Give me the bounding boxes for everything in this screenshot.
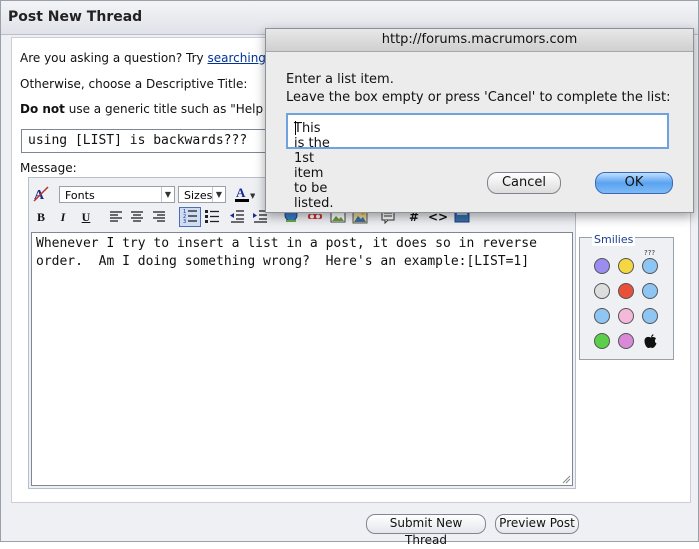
align-center-icon[interactable] (128, 208, 146, 226)
thread-title-input[interactable]: using [LIST] is backwards??? (21, 129, 269, 153)
biggrin-smiley-icon[interactable] (618, 333, 634, 349)
tongue-smiley-icon[interactable] (618, 308, 634, 324)
fonts-select[interactable]: Fonts ▼ (59, 186, 175, 203)
text-color-icon[interactable]: A ▼ (233, 185, 256, 203)
do-not-label: Do not (20, 102, 65, 116)
preview-post-button[interactable]: Preview Post (495, 514, 579, 534)
sizes-select-label: Sizes (184, 189, 213, 202)
dialog-message-line2: Leave the box empty or press 'Cancel' to… (286, 90, 671, 105)
text-caret (295, 121, 296, 135)
wink-smiley-icon[interactable] (642, 308, 658, 324)
confused-question-marks: ??? (644, 249, 656, 257)
ordered-list-icon[interactable]: 123 (179, 207, 201, 227)
svg-text:3: 3 (183, 219, 186, 224)
underline-button[interactable]: U (78, 208, 94, 226)
ok-button[interactable]: OK (595, 172, 673, 194)
align-left-icon[interactable] (107, 208, 125, 226)
question-hint: Are you asking a question? Try searching… (20, 51, 274, 65)
confused-smiley-icon[interactable] (642, 258, 658, 274)
cool-smiley-icon[interactable] (594, 308, 610, 324)
smilies-box: Smilies ??? (579, 233, 674, 360)
message-text: Whenever I try to insert a list in a pos… (36, 236, 545, 269)
smilies-label: Smilies (592, 233, 636, 246)
fonts-select-label: Fonts (65, 189, 95, 202)
title-warning: Do not use a generic title such as "Help… (20, 102, 285, 116)
choose-title-label: Otherwise, choose a Descriptive Title: (20, 77, 248, 91)
bold-button[interactable]: B (33, 208, 49, 226)
page-title: Post New Thread (8, 9, 143, 25)
italic-button[interactable]: I (55, 208, 71, 226)
sizes-select[interactable]: Sizes ▼ (178, 186, 226, 203)
list-item-input[interactable]: This is the 1st item to be listed. (286, 113, 669, 211)
unordered-list-icon[interactable] (203, 208, 221, 226)
svg-text:▼: ▼ (250, 192, 255, 200)
message-label: Message: (20, 161, 77, 175)
remove-format-icon[interactable]: A (32, 185, 50, 203)
eek-smiley-icon[interactable] (594, 283, 610, 299)
apple-logo-icon[interactable] (643, 332, 658, 349)
chevron-down-icon: ▼ (161, 187, 174, 202)
smile-icon[interactable] (618, 258, 634, 274)
searching-link[interactable]: searching (208, 51, 266, 65)
question-prefix: Are you asking a question? Try (20, 51, 204, 65)
rolleyes-smiley-icon[interactable] (642, 283, 658, 299)
align-right-icon[interactable] (150, 208, 168, 226)
dialog-title: http://forums.macrumors.com (266, 29, 693, 52)
chevron-down-icon: ▼ (212, 187, 225, 202)
list-item-prompt-dialog: http://forums.macrumors.com Enter a list… (265, 28, 694, 213)
message-textarea[interactable]: Whenever I try to insert a list in a pos… (31, 232, 573, 486)
dialog-message-line1: Enter a list item. (286, 72, 394, 87)
title-warning-text: use a generic title such as "Help ple (68, 102, 286, 116)
outdent-icon[interactable] (228, 208, 246, 226)
thread-title-value: using [LIST] is backwards??? (28, 133, 248, 148)
grin-smiley-icon[interactable] (594, 333, 610, 349)
svg-text:A: A (236, 185, 246, 200)
submit-new-thread-button[interactable]: Submit New Thread (366, 514, 486, 547)
frown-smiley-icon[interactable] (594, 258, 610, 274)
resize-grip-icon[interactable] (561, 474, 571, 484)
cancel-button[interactable]: Cancel (487, 172, 561, 194)
mad-smiley-icon[interactable] (618, 283, 634, 299)
